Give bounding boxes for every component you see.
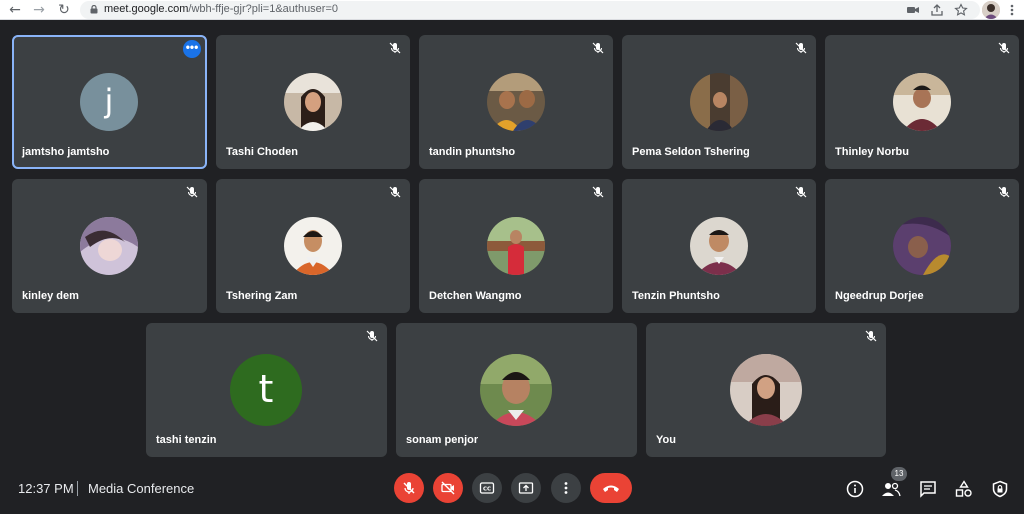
participant-tile[interactable]: Thinley Norbu: [825, 35, 1019, 169]
people-icon: [882, 482, 901, 497]
camera-toggle-button[interactable]: [433, 473, 463, 503]
avatar: [480, 354, 552, 426]
avatar: [284, 217, 342, 275]
more-options-button[interactable]: •••: [183, 40, 201, 58]
participant-tile[interactable]: j ••• jamtsho jamtsho: [12, 35, 207, 169]
more-vert-icon: [564, 482, 568, 494]
chat-button[interactable]: [918, 479, 938, 499]
share-icon[interactable]: [930, 3, 944, 17]
participant-name: kinley dem: [22, 290, 79, 302]
mic-off-icon: [403, 482, 415, 494]
host-controls-button[interactable]: [990, 479, 1010, 499]
meeting-details-button[interactable]: [845, 479, 865, 499]
mic-off-icon: [795, 186, 807, 198]
participant-tile[interactable]: sonam penjor: [396, 323, 637, 457]
avatar: [487, 217, 545, 275]
avatar: [730, 354, 802, 426]
participant-name: jamtsho jamtsho: [22, 146, 110, 158]
videocam-off-icon: [441, 481, 455, 495]
participant-tile[interactable]: Tenzin Phuntsho: [622, 179, 816, 313]
participant-tile[interactable]: Tashi Choden: [216, 35, 410, 169]
more-vert-icon[interactable]: [1005, 3, 1019, 17]
star-icon[interactable]: [954, 3, 968, 17]
mic-off-icon: [865, 330, 877, 342]
mic-off-icon: [795, 42, 807, 54]
call-end-icon: [603, 485, 619, 492]
lock-icon: [90, 5, 98, 14]
participant-tile[interactable]: tandin phuntsho: [419, 35, 613, 169]
mic-off-icon: [998, 42, 1010, 54]
participant-name: Detchen Wangmo: [429, 290, 522, 302]
captions-icon: CC: [479, 482, 495, 494]
leave-call-button[interactable]: [590, 473, 632, 503]
participant-name: tashi tenzin: [156, 434, 217, 446]
participant-name: You: [656, 434, 676, 446]
avatar: t: [230, 354, 302, 426]
more-options-button[interactable]: [551, 473, 581, 503]
url-host: meet.google.com: [104, 3, 189, 15]
avatar: [487, 73, 545, 131]
mic-off-icon: [389, 42, 401, 54]
participant-name: Tashi Choden: [226, 146, 298, 158]
avatar: [893, 217, 951, 275]
mic-off-icon: [592, 186, 604, 198]
mic-off-icon: [389, 186, 401, 198]
chat-icon: [920, 481, 936, 498]
mic-off-icon: [186, 186, 198, 198]
present-screen-icon: [518, 482, 534, 494]
mic-off-icon: [998, 186, 1010, 198]
participant-name: Ngeedrup Dorjee: [835, 290, 924, 302]
back-icon[interactable]: ←: [6, 1, 24, 19]
reload-icon[interactable]: ↻: [55, 1, 73, 19]
participant-tile[interactable]: Pema Seldon Tshering: [622, 35, 816, 169]
url-path: /wbh-ffje-gjr?pli=1&authuser=0: [188, 3, 339, 15]
mic-toggle-button[interactable]: [394, 473, 424, 503]
meeting-title: Media Conference: [88, 481, 195, 496]
avatar-letter: t: [258, 367, 274, 411]
participant-tile[interactable]: t tashi tenzin: [146, 323, 387, 457]
participant-name: Pema Seldon Tshering: [632, 146, 750, 158]
mic-off-icon: [592, 42, 604, 54]
captions-button[interactable]: CC: [472, 473, 502, 503]
activities-button[interactable]: [954, 479, 974, 499]
avatar: [893, 73, 951, 131]
present-screen-button[interactable]: [511, 473, 541, 503]
participant-name: Tshering Zam: [226, 290, 298, 302]
info-icon: [846, 480, 864, 498]
participant-tile[interactable]: Ngeedrup Dorjee: [825, 179, 1019, 313]
participant-name: sonam penjor: [406, 434, 479, 446]
participant-tile[interactable]: Tshering Zam: [216, 179, 410, 313]
address-bar[interactable]: meet.google.com/wbh-ffje-gjr?pli=1&authu…: [80, 1, 980, 19]
participant-name: Tenzin Phuntsho: [632, 290, 720, 302]
mic-off-icon: [366, 330, 378, 342]
participant-name: Thinley Norbu: [835, 146, 909, 158]
forward-icon[interactable]: →: [30, 1, 48, 19]
profile-avatar[interactable]: [982, 1, 1000, 19]
participant-tile[interactable]: Detchen Wangmo: [419, 179, 613, 313]
meeting-time: 12:37 PM: [18, 481, 74, 496]
avatar: j: [80, 73, 138, 131]
participant-tile[interactable]: You: [646, 323, 886, 457]
camera-icon[interactable]: [906, 3, 920, 17]
avatar: [80, 217, 138, 275]
url-text: meet.google.com/wbh-ffje-gjr?pli=1&authu…: [104, 3, 338, 15]
shield-lock-icon: [992, 480, 1008, 498]
avatar: [284, 73, 342, 131]
avatar: [690, 73, 748, 131]
divider: [77, 481, 78, 496]
browser-toolbar: ← → ↻ meet.google.com/wbh-ffje-gjr?pli=1…: [0, 0, 1024, 20]
activities-icon: [955, 480, 972, 497]
participant-name: tandin phuntsho: [429, 146, 516, 158]
avatar-letter: j: [104, 82, 114, 120]
participant-tile[interactable]: kinley dem: [12, 179, 207, 313]
people-button[interactable]: [881, 479, 901, 499]
avatar: [690, 217, 748, 275]
svg-text:CC: CC: [483, 487, 491, 493]
